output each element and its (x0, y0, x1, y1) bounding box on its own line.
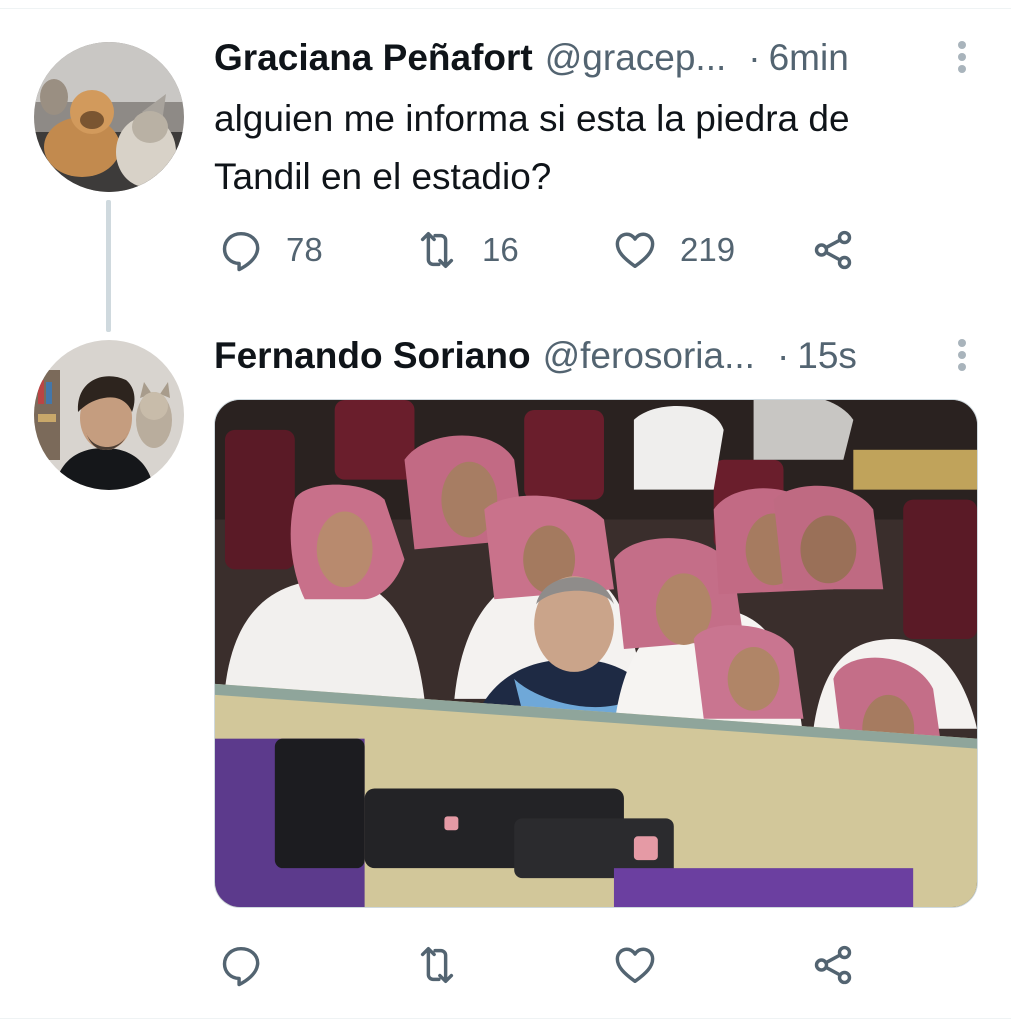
timestamp[interactable]: 15s (797, 335, 857, 377)
retweet-button[interactable] (414, 940, 482, 990)
tweet-text-line: Tandil en el estadio? (214, 156, 552, 197)
reply-icon (222, 946, 260, 987)
avatar-man-cat-image (34, 340, 184, 490)
tweet-actions (214, 940, 914, 990)
more-vertical-icon[interactable] (956, 336, 968, 376)
tweet-header: Fernando Soriano @ferosoria... · 15s (214, 334, 974, 378)
share-button[interactable] (810, 940, 856, 990)
display-name[interactable]: Graciana Peñafort (214, 37, 533, 79)
reply-count: 78 (286, 231, 323, 268)
avatar[interactable] (34, 42, 184, 192)
display-name[interactable]: Fernando Soriano (214, 335, 531, 377)
user-handle[interactable]: @ferosoria... (543, 335, 755, 377)
heart-icon (615, 232, 655, 269)
share-icon (814, 945, 852, 985)
bottom-divider (0, 1018, 1011, 1019)
reply-button[interactable] (218, 940, 286, 990)
reply-icon (222, 231, 260, 272)
tweet-header: Graciana Peñafort @gracep... · 6min (214, 36, 974, 80)
share-button[interactable] (810, 225, 856, 275)
tweet-text: alguien me informa si esta la piedra de … (214, 90, 974, 206)
tweet-text-line: alguien me informa si esta la piedra de (214, 98, 850, 139)
stadium-photo (215, 400, 977, 907)
tweet-media-photo[interactable] (214, 399, 978, 908)
like-button[interactable] (612, 940, 680, 990)
more-vertical-icon[interactable] (956, 38, 968, 78)
separator-dot: · (776, 335, 790, 376)
user-handle[interactable]: @gracep... (545, 37, 727, 79)
tweet-actions: 78 16 219 (214, 225, 914, 275)
avatar[interactable] (34, 340, 184, 490)
avatar-dogs-image (34, 42, 184, 192)
share-icon (814, 230, 852, 270)
like-count: 219 (680, 231, 736, 268)
heart-icon (615, 947, 655, 984)
retweet-button[interactable]: 16 (414, 225, 519, 275)
separator-dot: · (748, 37, 761, 78)
timestamp[interactable]: 6min (769, 37, 849, 79)
top-divider (0, 8, 1011, 9)
thread-connector (106, 200, 111, 332)
retweet-icon (420, 231, 454, 269)
reply-button[interactable]: 78 (218, 225, 323, 275)
retweet-count: 16 (482, 231, 519, 268)
like-button[interactable]: 219 (612, 225, 735, 275)
retweet-icon (420, 946, 454, 984)
